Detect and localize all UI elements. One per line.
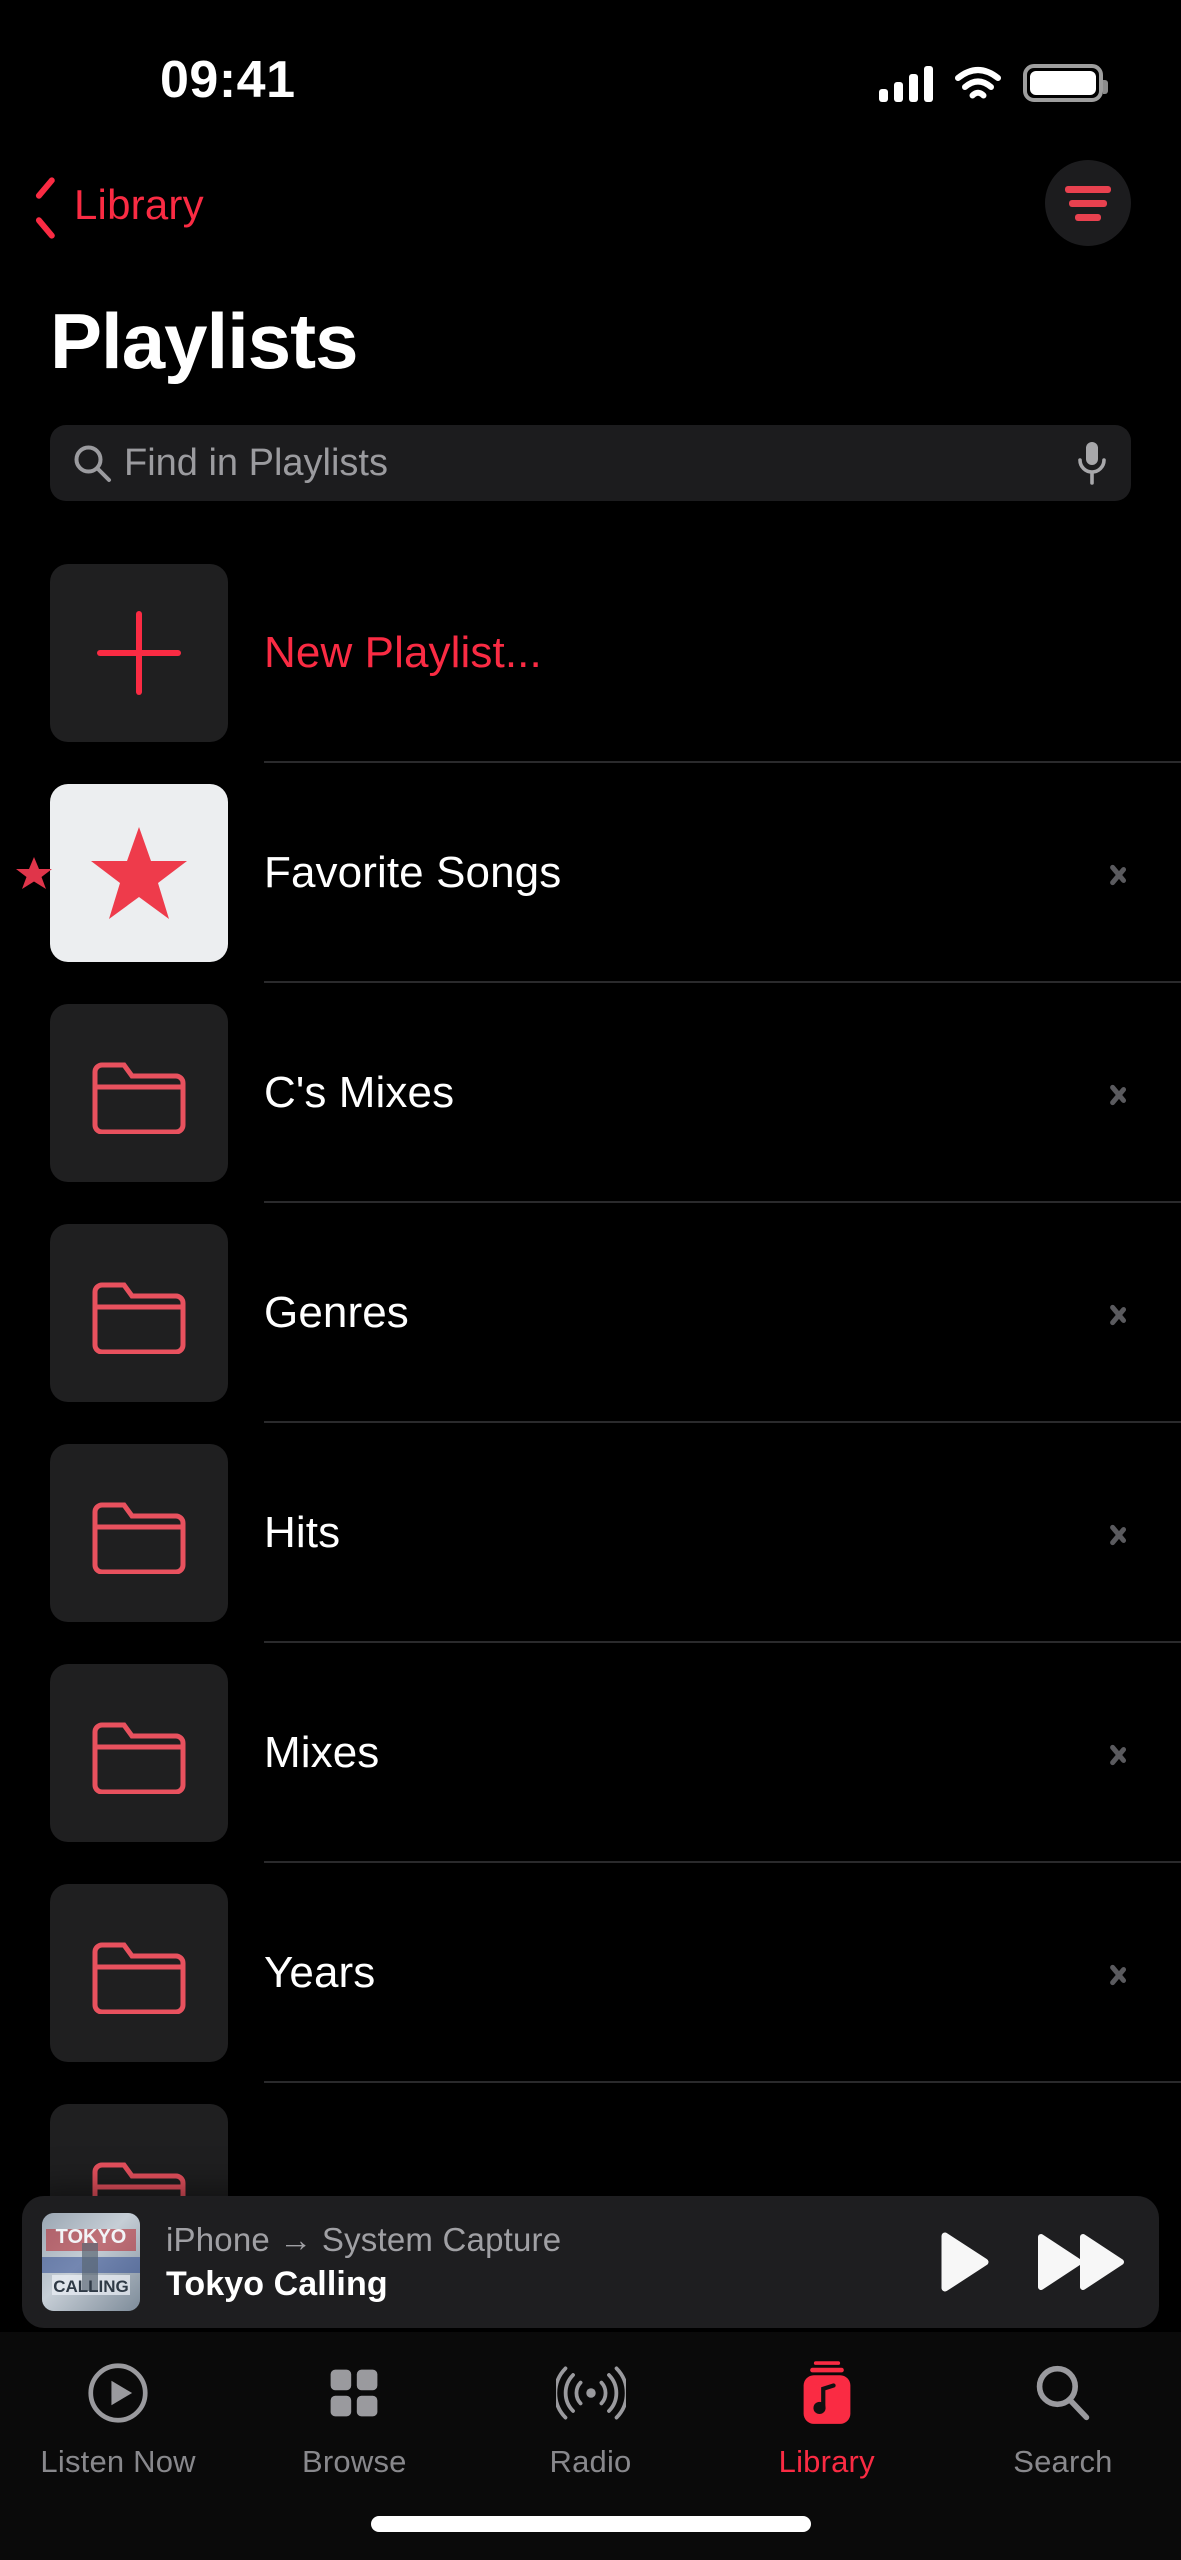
- list-item-label: Years: [264, 1948, 376, 1997]
- list-item-label: C's Mixes: [264, 1068, 455, 1117]
- search-icon: [72, 443, 112, 483]
- search-bar[interactable]: Find in Playlists: [50, 425, 1131, 501]
- back-button[interactable]: Library: [34, 181, 204, 229]
- favorite-star-marker-icon: [12, 851, 56, 895]
- list-item-label: New Playlist...: [264, 628, 542, 677]
- status-bar-indicators: [879, 52, 1108, 102]
- svg-text:CALLING: CALLING: [53, 2277, 129, 2296]
- list-item[interactable]: Hits: [0, 1423, 1181, 1643]
- chevron-right-icon: [1109, 1734, 1131, 1772]
- tab-listen-now[interactable]: Listen Now: [0, 2356, 236, 2480]
- battery-full-icon: [1023, 64, 1108, 102]
- mini-player-text: iPhone → System Capture Tokyo Calling: [166, 2219, 927, 2306]
- list-item[interactable]: Genres: [0, 1203, 1181, 1423]
- tab-label: Library: [778, 2444, 875, 2479]
- chevron-right-icon: [1109, 1954, 1131, 1992]
- row-artwork-tile: [50, 564, 228, 742]
- navigation-bar: Library: [0, 150, 1181, 260]
- play-circle-icon: [87, 2356, 149, 2430]
- tab-label: Search: [1013, 2444, 1113, 2479]
- folder-icon: [89, 1272, 189, 1355]
- play-button[interactable]: [927, 2226, 999, 2298]
- tab-label: Listen Now: [40, 2444, 196, 2479]
- folder-icon: [89, 1932, 189, 2015]
- music-library-icon: [798, 2356, 856, 2430]
- folder-icon: [89, 1052, 189, 1135]
- row-artwork-tile: [50, 784, 228, 962]
- list-item-label: Genres: [264, 1288, 409, 1337]
- list-item[interactable]: Mixes: [0, 1643, 1181, 1863]
- wifi-icon: [955, 66, 1001, 102]
- row-artwork-tile: [50, 1664, 228, 1842]
- list-item-label: Favorite Songs: [264, 848, 562, 897]
- airplay-route-label: iPhone → System Capture: [166, 2220, 562, 2258]
- star-icon: [87, 823, 191, 923]
- row-artwork-tile: [50, 1224, 228, 1402]
- cellular-signal-icon: [879, 66, 933, 102]
- chevron-left-icon: [34, 183, 60, 227]
- tab-search[interactable]: Search: [945, 2356, 1181, 2480]
- page-title: Playlists: [50, 297, 359, 385]
- home-indicator: [370, 2516, 811, 2532]
- chevron-right-icon: [1109, 854, 1131, 892]
- list-item[interactable]: Years: [0, 1863, 1181, 2083]
- folder-icon: [89, 1492, 189, 1575]
- list-item[interactable]: C's Mixes: [0, 983, 1181, 1203]
- search-input[interactable]: Find in Playlists: [124, 442, 1075, 485]
- tab-label: Browse: [302, 2444, 407, 2479]
- search-section: Find in Playlists: [0, 387, 1181, 501]
- list-item[interactable]: New Playlist...: [0, 543, 1181, 763]
- status-bar: 09:41: [0, 0, 1181, 150]
- row-artwork-tile: [50, 1884, 228, 2062]
- svg-text:TOKYO: TOKYO: [56, 2226, 127, 2248]
- sort-filter-button[interactable]: [1045, 160, 1131, 246]
- plus-icon: [97, 611, 181, 695]
- status-bar-clock: 09:41: [160, 51, 296, 109]
- search-icon: [1033, 2356, 1093, 2430]
- fast-forward-button[interactable]: [1035, 2229, 1127, 2295]
- tab-radio[interactable]: Radio: [472, 2356, 708, 2480]
- radio-waves-icon: [555, 2356, 626, 2430]
- chevron-right-icon: [1109, 1294, 1131, 1332]
- album-artwork: TOKYO CALLING: [42, 2213, 140, 2311]
- sort-filter-icon: [1065, 185, 1111, 193]
- tab-label: Radio: [549, 2444, 632, 2479]
- list-item-label: Mixes: [264, 1728, 380, 1777]
- now-playing-title: Tokyo Calling: [166, 2264, 388, 2303]
- mini-player[interactable]: TOKYO CALLING iPhone → System Capture To…: [22, 2196, 1159, 2328]
- tab-bar: Listen Now Browse Radio Library Search: [0, 2332, 1181, 2560]
- list-item-label: Hits: [264, 1508, 341, 1557]
- chevron-right-icon: [1109, 1074, 1131, 1112]
- playlist-list: New Playlist... Favorite Songs C's Mixes…: [0, 543, 1181, 2303]
- folder-icon: [89, 1712, 189, 1795]
- row-artwork-tile: [50, 1004, 228, 1182]
- tab-library[interactable]: Library: [709, 2356, 945, 2480]
- grid-icon: [325, 2356, 383, 2430]
- row-artwork-tile: [50, 1444, 228, 1622]
- back-button-label: Library: [74, 181, 204, 228]
- tab-browse[interactable]: Browse: [236, 2356, 472, 2480]
- microphone-icon[interactable]: [1075, 440, 1109, 486]
- chevron-right-icon: [1109, 1514, 1131, 1552]
- list-item[interactable]: Favorite Songs: [0, 763, 1181, 983]
